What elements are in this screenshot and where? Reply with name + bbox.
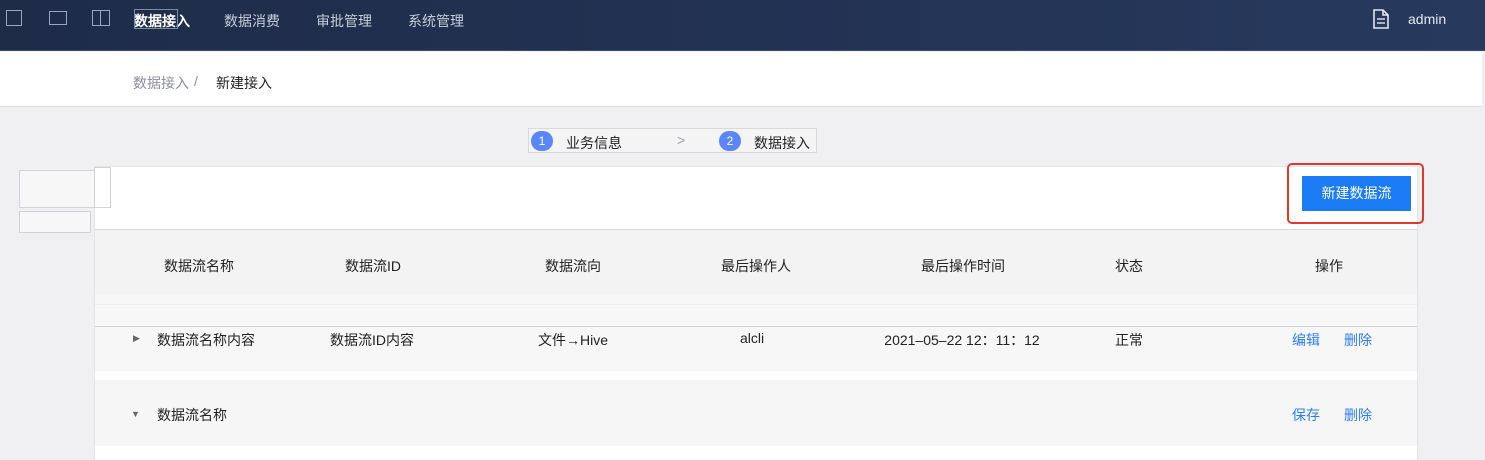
table-row: ▼ 数据流名称 保存 删除 (95, 380, 1417, 446)
step-arrow-icon: > (677, 132, 686, 148)
breadcrumb-parent[interactable]: 数据接入 (133, 73, 189, 93)
split-panel-icon[interactable] (92, 10, 110, 26)
column-header: 最后操作人 (721, 258, 791, 274)
breadcrumb-current: 新建接入 (216, 75, 272, 91)
placeholder-box (19, 211, 91, 233)
column-header: 数据流名称 (164, 258, 234, 274)
delete-link[interactable]: 删除 (1344, 330, 1372, 350)
breadcrumb-separator: / (194, 73, 198, 89)
nav-item-system[interactable]: 系统管理 (408, 11, 464, 31)
delete-link[interactable]: 删除 (1344, 405, 1372, 425)
cell-id: 数据流ID内容 (330, 332, 414, 348)
edit-link[interactable]: 编辑 (1292, 330, 1320, 350)
table-spacer (95, 294, 1417, 326)
table-header: 数据流名称 数据流ID 数据流向 最后操作人 最后操作时间 状态 操作 (95, 229, 1417, 294)
save-link[interactable]: 保存 (1292, 405, 1320, 425)
cell-name: 数据流名称 (157, 407, 227, 423)
top-navbar: 数据接入 数据消费 审批管理 系统管理 admin (0, 0, 1485, 51)
nav-item-focus-outline (134, 9, 178, 29)
nav-item-approval[interactable]: 审批管理 (316, 11, 372, 31)
table-row: ▶ 数据流名称内容 数据流ID内容 文件→Hive alcli 2021–05–… (95, 327, 1417, 371)
cell-operator: alcli (739, 330, 765, 346)
table-body-continuation (95, 446, 1417, 460)
step-1-number: 1 (531, 131, 553, 151)
placeholder-box (94, 167, 111, 208)
nav-item-data-consume[interactable]: 数据消费 (224, 11, 280, 31)
cell-direction: 文件→Hive (537, 332, 609, 348)
step-2-label: 数据接入 (754, 135, 810, 151)
cell-status: 正常 (1115, 332, 1143, 348)
document-icon[interactable] (1372, 9, 1390, 29)
user-name[interactable]: admin (1408, 11, 1446, 27)
step-indicator: 1 业务信息 > 2 数据接入 (528, 128, 817, 153)
column-header: 状态 (1115, 258, 1143, 274)
square-icon[interactable] (6, 10, 22, 26)
column-header: 操作 (1315, 258, 1343, 274)
column-header: 最后操作时间 (921, 258, 1005, 274)
row-gap (95, 371, 1417, 380)
cell-time: 2021–05–22 12：11：12 (884, 332, 1040, 348)
column-header: 数据流向 (545, 258, 601, 274)
step-2-number: 2 (719, 131, 741, 151)
cell-name: 数据流名称内容 (157, 332, 255, 348)
collapse-arrow-icon[interactable]: ▼ (131, 409, 140, 419)
window-icon[interactable] (49, 11, 67, 25)
new-data-flow-button[interactable]: 新建数据流 (1302, 176, 1411, 211)
step-1-label: 业务信息 (566, 135, 622, 151)
breadcrumb: 数据接入 / 新建接入 (0, 52, 1482, 107)
column-header: 数据流ID (345, 258, 401, 274)
expand-arrow-icon[interactable]: ▶ (133, 333, 140, 344)
